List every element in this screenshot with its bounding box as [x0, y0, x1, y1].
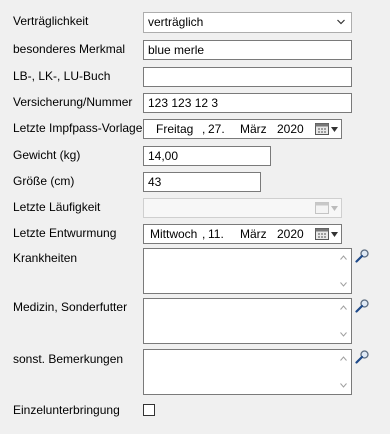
scroll-down-icon[interactable] — [340, 332, 347, 337]
impfpass-year: 2020 — [277, 122, 304, 136]
calendar-icon[interactable] — [315, 228, 329, 240]
scroll-up-icon[interactable] — [340, 305, 347, 310]
scrollbar[interactable] — [336, 249, 351, 293]
entwurmung-day: 11. — [208, 227, 224, 241]
impfpass-weekday: Freitag — [156, 122, 194, 136]
entwurmung-year: 2020 — [277, 227, 304, 241]
label-vertraeglichkeit: Verträglichkeit — [13, 14, 89, 28]
dropdown-arrow-icon[interactable] — [331, 127, 338, 132]
entwurmung-separator: , — [202, 227, 206, 241]
medizin-textarea[interactable] — [143, 298, 352, 344]
dropdown-arrow-icon[interactable] — [331, 232, 338, 237]
scrollbar[interactable] — [336, 350, 351, 394]
label-einzelunterbringung: Einzelunterbringung — [13, 403, 120, 417]
label-laeufigkeit: Letzte Läufigkeit — [13, 200, 101, 214]
impfpass-datepicker[interactable]: Freitag , 27. März 2020 — [143, 119, 342, 139]
zoom-icon[interactable] — [355, 248, 370, 263]
dropdown-arrow-icon — [331, 206, 338, 211]
scroll-up-icon[interactable] — [340, 255, 347, 260]
label-merkmal: besonderes Merkmal — [13, 42, 126, 56]
buch-field[interactable] — [143, 67, 352, 87]
calendar-icon — [315, 202, 329, 214]
label-groesse: Größe (cm) — [13, 174, 75, 188]
chevron-down-icon[interactable] — [337, 19, 345, 25]
bemerkungen-textarea[interactable] — [143, 349, 352, 395]
merkmal-field[interactable]: blue merle — [143, 40, 352, 60]
label-entwurmung: Letzte Entwurmung — [13, 226, 117, 240]
zoom-icon[interactable] — [355, 349, 370, 364]
krankheiten-textarea[interactable] — [143, 248, 352, 294]
label-buch: LB-, LK-, LU-Buch — [13, 69, 111, 83]
vertraeglichkeit-value: verträglich — [148, 15, 204, 29]
versicherung-field[interactable]: 123 123 12 3 — [143, 93, 352, 113]
label-bemerkungen: sonst. Bemerkungen — [13, 352, 124, 366]
scroll-up-icon[interactable] — [340, 356, 347, 361]
impfpass-separator: , — [202, 122, 206, 136]
label-gewicht: Gewicht (kg) — [13, 148, 81, 162]
vertraeglichkeit-combobox[interactable]: verträglich — [143, 12, 352, 33]
scroll-down-icon[interactable] — [340, 383, 347, 388]
laeufigkeit-datepicker — [143, 198, 342, 218]
groesse-field[interactable]: 43 — [143, 172, 261, 192]
impfpass-month: März — [240, 122, 267, 136]
label-krankheiten: Krankheiten — [13, 251, 78, 265]
label-versicherung: Versicherung/Nummer — [13, 95, 133, 109]
scrollbar[interactable] — [336, 299, 351, 343]
calendar-icon[interactable] — [315, 123, 329, 135]
gewicht-field[interactable]: 14,00 — [143, 146, 271, 166]
entwurmung-datepicker[interactable]: Mittwoch , 11. März 2020 — [143, 224, 342, 244]
entwurmung-weekday: Mittwoch — [150, 227, 198, 241]
label-medizin: Medizin, Sonderfutter — [13, 300, 128, 314]
einzelunterbringung-checkbox[interactable] — [143, 404, 155, 416]
impfpass-day: 27. — [208, 122, 225, 136]
label-impfpass: Letzte Impfpass-Vorlage — [13, 121, 143, 135]
scroll-down-icon[interactable] — [340, 282, 347, 287]
entwurmung-month: März — [240, 227, 267, 241]
zoom-icon[interactable] — [355, 298, 370, 313]
